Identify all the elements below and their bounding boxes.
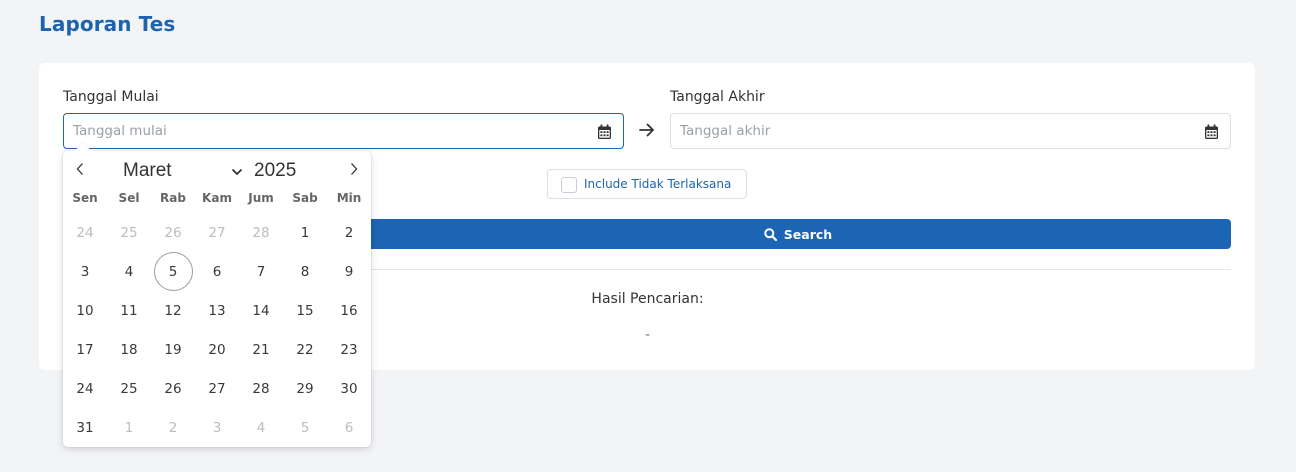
calendar-day[interactable]: 20 bbox=[198, 330, 237, 369]
calendar-day[interactable]: 4 bbox=[242, 408, 281, 447]
calendar-day[interactable]: 1 bbox=[286, 213, 325, 252]
include-label[interactable]: Include Tidak Terlaksana bbox=[584, 177, 731, 191]
weekday-label: Min bbox=[336, 191, 362, 205]
chevron-down-icon[interactable] bbox=[231, 168, 243, 176]
search-button[interactable]: Search bbox=[365, 219, 1231, 249]
calendar-day[interactable]: 28 bbox=[242, 369, 281, 408]
results-title: Hasil Pencarian: bbox=[591, 291, 704, 307]
calendar-day[interactable]: 29 bbox=[286, 369, 325, 408]
calendar-day[interactable]: 18 bbox=[110, 330, 149, 369]
calendar-day[interactable]: 19 bbox=[154, 330, 193, 369]
arrow-right-icon bbox=[639, 123, 654, 137]
start-date-input[interactable] bbox=[64, 114, 623, 148]
calendar-day[interactable]: 10 bbox=[66, 291, 105, 330]
calendar-day[interactable]: 25 bbox=[110, 369, 149, 408]
calendar-day[interactable]: 1 bbox=[110, 408, 149, 447]
calendar-day[interactable]: 26 bbox=[154, 213, 193, 252]
page-title: Laporan Tes bbox=[39, 12, 176, 36]
include-checkbox[interactable] bbox=[561, 177, 577, 193]
calendar-day[interactable]: 3 bbox=[66, 252, 105, 291]
calendar-day[interactable]: 24 bbox=[66, 369, 105, 408]
date-picker: Maret 2025 Sen Sel Rab Kam Jum Sab Min 24 25 26 2… bbox=[63, 151, 371, 447]
calendar-day[interactable]: 25 bbox=[110, 213, 149, 252]
calendar-day[interactable]: 27 bbox=[198, 369, 237, 408]
calendar-day[interactable]: 2 bbox=[330, 213, 369, 252]
calendar-icon[interactable] bbox=[1204, 124, 1219, 140]
end-date-input[interactable] bbox=[671, 114, 1230, 148]
calendar-day[interactable]: 27 bbox=[198, 213, 237, 252]
chevron-right-icon[interactable] bbox=[344, 159, 364, 179]
start-date-field[interactable] bbox=[63, 113, 624, 149]
calendar-day[interactable]: 7 bbox=[242, 252, 281, 291]
search-button-label: Search bbox=[783, 226, 833, 242]
weekday-label: Sel bbox=[118, 191, 140, 205]
chevron-left-icon[interactable] bbox=[70, 159, 90, 179]
calendar-day[interactable]: 4 bbox=[110, 252, 149, 291]
calendar-day[interactable]: 5 bbox=[286, 408, 325, 447]
calendar-day[interactable]: 12 bbox=[154, 291, 193, 330]
search-icon bbox=[764, 227, 777, 241]
weekday-label: Sen bbox=[72, 191, 98, 205]
weekday-label: Sab bbox=[292, 191, 318, 205]
end-date-field[interactable] bbox=[670, 113, 1231, 149]
calendar-day[interactable]: 24 bbox=[66, 213, 105, 252]
calendar-day[interactable]: 14 bbox=[242, 291, 281, 330]
weekday-label: Kam bbox=[202, 191, 232, 205]
calendar-day[interactable]: 8 bbox=[286, 252, 325, 291]
calendar-icon[interactable] bbox=[597, 124, 612, 140]
include-toggle[interactable]: Include Tidak Terlaksana bbox=[547, 169, 747, 199]
month-select[interactable]: Maret bbox=[123, 160, 172, 182]
calendar-day[interactable]: 13 bbox=[198, 291, 237, 330]
calendar-day[interactable]: 22 bbox=[286, 330, 325, 369]
calendar-day[interactable]: 26 bbox=[154, 369, 193, 408]
calendar-day[interactable]: 30 bbox=[330, 369, 369, 408]
calendar-day[interactable]: 6 bbox=[198, 252, 237, 291]
weekday-row: Sen Sel Rab Kam Jum Sab Min bbox=[63, 191, 371, 207]
calendar-day[interactable]: 17 bbox=[66, 330, 105, 369]
calendar-day[interactable]: 15 bbox=[286, 291, 325, 330]
calendar-day[interactable]: 16 bbox=[330, 291, 369, 330]
calendar-day[interactable]: 11 bbox=[110, 291, 149, 330]
calendar-day[interactable]: 21 bbox=[242, 330, 281, 369]
divider bbox=[365, 269, 1231, 270]
weekday-label: Jum bbox=[248, 191, 274, 205]
calendar-day-today[interactable]: 5 bbox=[153, 252, 193, 291]
year-input[interactable]: 2025 bbox=[254, 160, 296, 182]
calendar-day[interactable]: 31 bbox=[66, 408, 105, 447]
weekday-label: Rab bbox=[160, 191, 186, 205]
calendar-day[interactable]: 9 bbox=[330, 252, 369, 291]
end-date-label: Tanggal Akhir bbox=[670, 89, 765, 105]
calendar-day[interactable]: 2 bbox=[154, 408, 193, 447]
results-value: - bbox=[644, 327, 651, 343]
start-date-label: Tanggal Mulai bbox=[63, 89, 159, 105]
calendar-day[interactable]: 23 bbox=[330, 330, 369, 369]
calendar-day[interactable]: 28 bbox=[242, 213, 281, 252]
calendar-day[interactable]: 3 bbox=[198, 408, 237, 447]
calendar-day[interactable]: 6 bbox=[330, 408, 369, 447]
